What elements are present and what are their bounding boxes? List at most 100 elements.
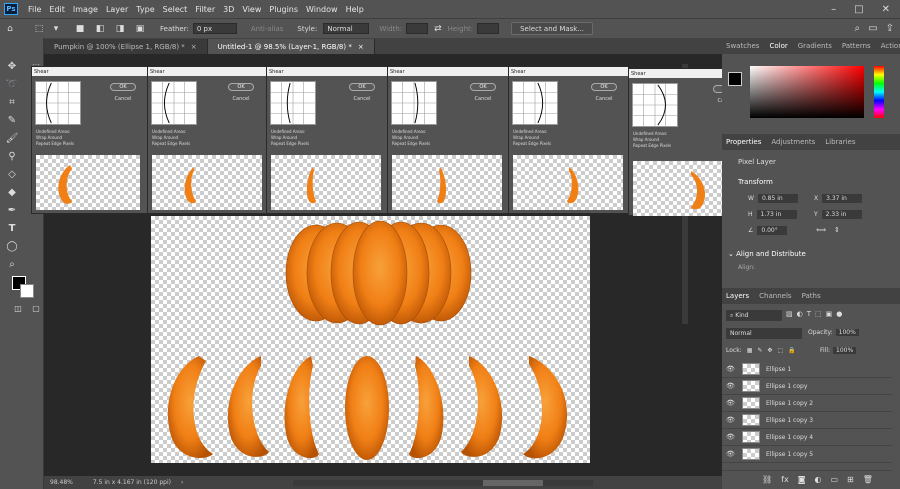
eye-icon[interactable]: 👁 <box>726 416 736 424</box>
lock-artboard-icon[interactable]: ⬚ <box>777 347 783 354</box>
new-layer-icon[interactable]: ⊞ <box>847 475 854 484</box>
lasso-tool-icon[interactable]: ➰ <box>4 76 20 92</box>
menu-image[interactable]: Image <box>69 5 102 14</box>
eraser-tool-icon[interactable]: ◇ <box>4 166 20 182</box>
tab-color[interactable]: Color <box>769 42 787 50</box>
tab-libraries[interactable]: Libraries <box>825 138 855 146</box>
repeat-edge-radio[interactable]: Repeat Edge Pixels <box>36 141 74 147</box>
lock-image-icon[interactable]: ✎ <box>757 347 762 354</box>
layer-name[interactable]: Ellipse 1 copy <box>766 383 807 390</box>
layer-row[interactable]: 👁 Ellipse 1 copy 5 <box>722 446 892 463</box>
menu-view[interactable]: View <box>238 5 265 14</box>
trash-icon[interactable]: 🗑 <box>863 475 873 484</box>
close-icon[interactable]: × <box>191 43 197 51</box>
fx-icon[interactable]: fx <box>781 475 789 484</box>
marquee-tool-icon[interactable]: ⬚ <box>32 23 46 35</box>
tab-properties[interactable]: Properties <box>726 138 761 146</box>
shear-grid[interactable] <box>512 81 558 125</box>
width-input[interactable] <box>406 23 429 34</box>
close-icon[interactable]: × <box>358 43 364 51</box>
lock-all-icon[interactable]: 🔒 <box>788 347 795 354</box>
layer-name[interactable]: Ellipse 1 <box>766 366 791 373</box>
tab-untitled-1[interactable]: Untitled-1 @ 98.5% (Layer-1, RGB/8) * × <box>207 39 375 54</box>
chevron-down-icon[interactable]: ⌄ <box>728 250 736 258</box>
adjustment-icon[interactable]: ◐ <box>814 475 821 484</box>
cancel-button[interactable]: Cancel <box>228 95 254 103</box>
link-icon[interactable]: ⛓ <box>762 475 772 484</box>
horizontal-scrollbar[interactable] <box>293 479 594 486</box>
h-input[interactable]: 1.73 in <box>756 210 797 219</box>
fill-control[interactable]: Fill: 100% <box>820 347 857 354</box>
layer-row[interactable]: 👁 Ellipse 1 <box>722 361 892 378</box>
home-icon[interactable]: ⌂ <box>3 23 17 35</box>
zoom-tool-icon[interactable]: ⌕ <box>4 256 20 272</box>
layer-row[interactable]: 👁 Ellipse 1 copy <box>722 378 892 395</box>
tab-paths[interactable]: Paths <box>802 292 821 300</box>
tab-channels[interactable]: Channels <box>759 292 791 300</box>
subtract-selection-icon[interactable]: ◨ <box>113 23 127 35</box>
tab-patterns[interactable]: Patterns <box>842 42 871 50</box>
select-and-mask-button[interactable]: Select and Mask... <box>511 22 594 35</box>
zoom-level[interactable]: 98.48% <box>50 479 73 486</box>
paint-bucket-tool-icon[interactable]: ◆ <box>4 184 20 200</box>
shear-grid[interactable] <box>391 81 437 125</box>
menu-edit[interactable]: Edit <box>45 5 69 14</box>
menu-help[interactable]: Help <box>342 5 368 14</box>
anti-alias-checkbox[interactable]: Anti-alias <box>251 25 284 33</box>
foreground-color-swatch[interactable] <box>728 72 742 86</box>
layer-row[interactable]: 👁 Ellipse 1 copy 4 <box>722 429 892 446</box>
document-canvas[interactable] <box>151 216 590 463</box>
opacity-control[interactable]: Opacity: 100% <box>808 329 859 336</box>
eye-icon[interactable]: 👁 <box>726 433 736 441</box>
eye-icon[interactable]: 👁 <box>726 365 736 373</box>
swap-icon[interactable]: ⇄ <box>434 24 442 34</box>
style-select[interactable]: Normal <box>323 23 370 34</box>
menu-window[interactable]: Window <box>302 5 342 14</box>
angle-input[interactable]: 0.00° <box>757 226 788 235</box>
y-field[interactable]: Y 2.33 in <box>814 210 862 219</box>
height-input[interactable] <box>477 23 500 34</box>
cancel-button[interactable]: Cancel <box>349 95 375 103</box>
repeat-edge-radio[interactable]: Repeat Edge Pixels <box>152 141 190 147</box>
flip-vertical-icon[interactable]: ⇕ <box>834 226 840 234</box>
ok-button[interactable]: OK <box>591 83 617 91</box>
tab-layers[interactable]: Layers <box>726 292 749 300</box>
hue-slider[interactable] <box>874 66 884 118</box>
minimize-button[interactable]: – <box>831 4 836 15</box>
cancel-button[interactable]: Cancel <box>110 95 136 103</box>
repeat-edge-radio[interactable]: Repeat Edge Pixels <box>513 141 551 147</box>
maximize-button[interactable]: □ <box>854 4 863 15</box>
ok-button[interactable]: OK <box>349 83 375 91</box>
layer-row[interactable]: 👁 Ellipse 1 copy 3 <box>722 412 892 429</box>
angle-field[interactable]: ∠ 0.00° <box>748 226 788 235</box>
shear-grid[interactable] <box>632 83 678 127</box>
brush-tool-icon[interactable]: 🖌 <box>4 130 20 146</box>
smart-filter-icon[interactable]: ▣ <box>826 310 833 318</box>
shear-grid[interactable] <box>35 81 81 125</box>
menu-file[interactable]: File <box>24 5 45 14</box>
x-field[interactable]: X 3.37 in <box>814 194 863 203</box>
tab-adjustments[interactable]: Adjustments <box>771 138 815 146</box>
repeat-edge-radio[interactable]: Repeat Edge Pixels <box>392 141 430 147</box>
shear-grid[interactable] <box>270 81 316 125</box>
repeat-edge-radio[interactable]: Repeat Edge Pixels <box>633 143 671 149</box>
search-icon[interactable]: ⌕ <box>855 23 861 34</box>
shear-dialog-1[interactable]: Shear OK Cancel Undefined Areas: Wrap Aro… <box>31 66 149 214</box>
layer-row[interactable] <box>722 463 892 471</box>
eyedropper-tool-icon[interactable]: ✎ <box>4 112 20 128</box>
mask-icon[interactable]: ◙ <box>798 475 806 484</box>
w-input[interactable]: 0.85 in <box>757 194 798 203</box>
menu-plugins[interactable]: Plugins <box>265 5 302 14</box>
flip-horizontal-icon[interactable]: ⟺ <box>816 226 826 234</box>
lock-position-icon[interactable]: ✥ <box>767 347 772 354</box>
layer-name[interactable]: Ellipse 1 copy 5 <box>766 451 813 458</box>
type-tool-icon[interactable]: T <box>4 220 20 236</box>
eye-icon[interactable]: 👁 <box>726 450 736 458</box>
menu-type[interactable]: Type <box>132 5 158 14</box>
ok-button[interactable]: OK <box>228 83 254 91</box>
crop-tool-icon[interactable]: ⌗ <box>4 94 20 110</box>
ok-button[interactable]: OK <box>470 83 496 91</box>
clone-stamp-tool-icon[interactable]: ⚲ <box>4 148 20 164</box>
folder-icon[interactable]: ▭ <box>830 475 838 484</box>
x-input[interactable]: 3.37 in <box>822 194 863 203</box>
